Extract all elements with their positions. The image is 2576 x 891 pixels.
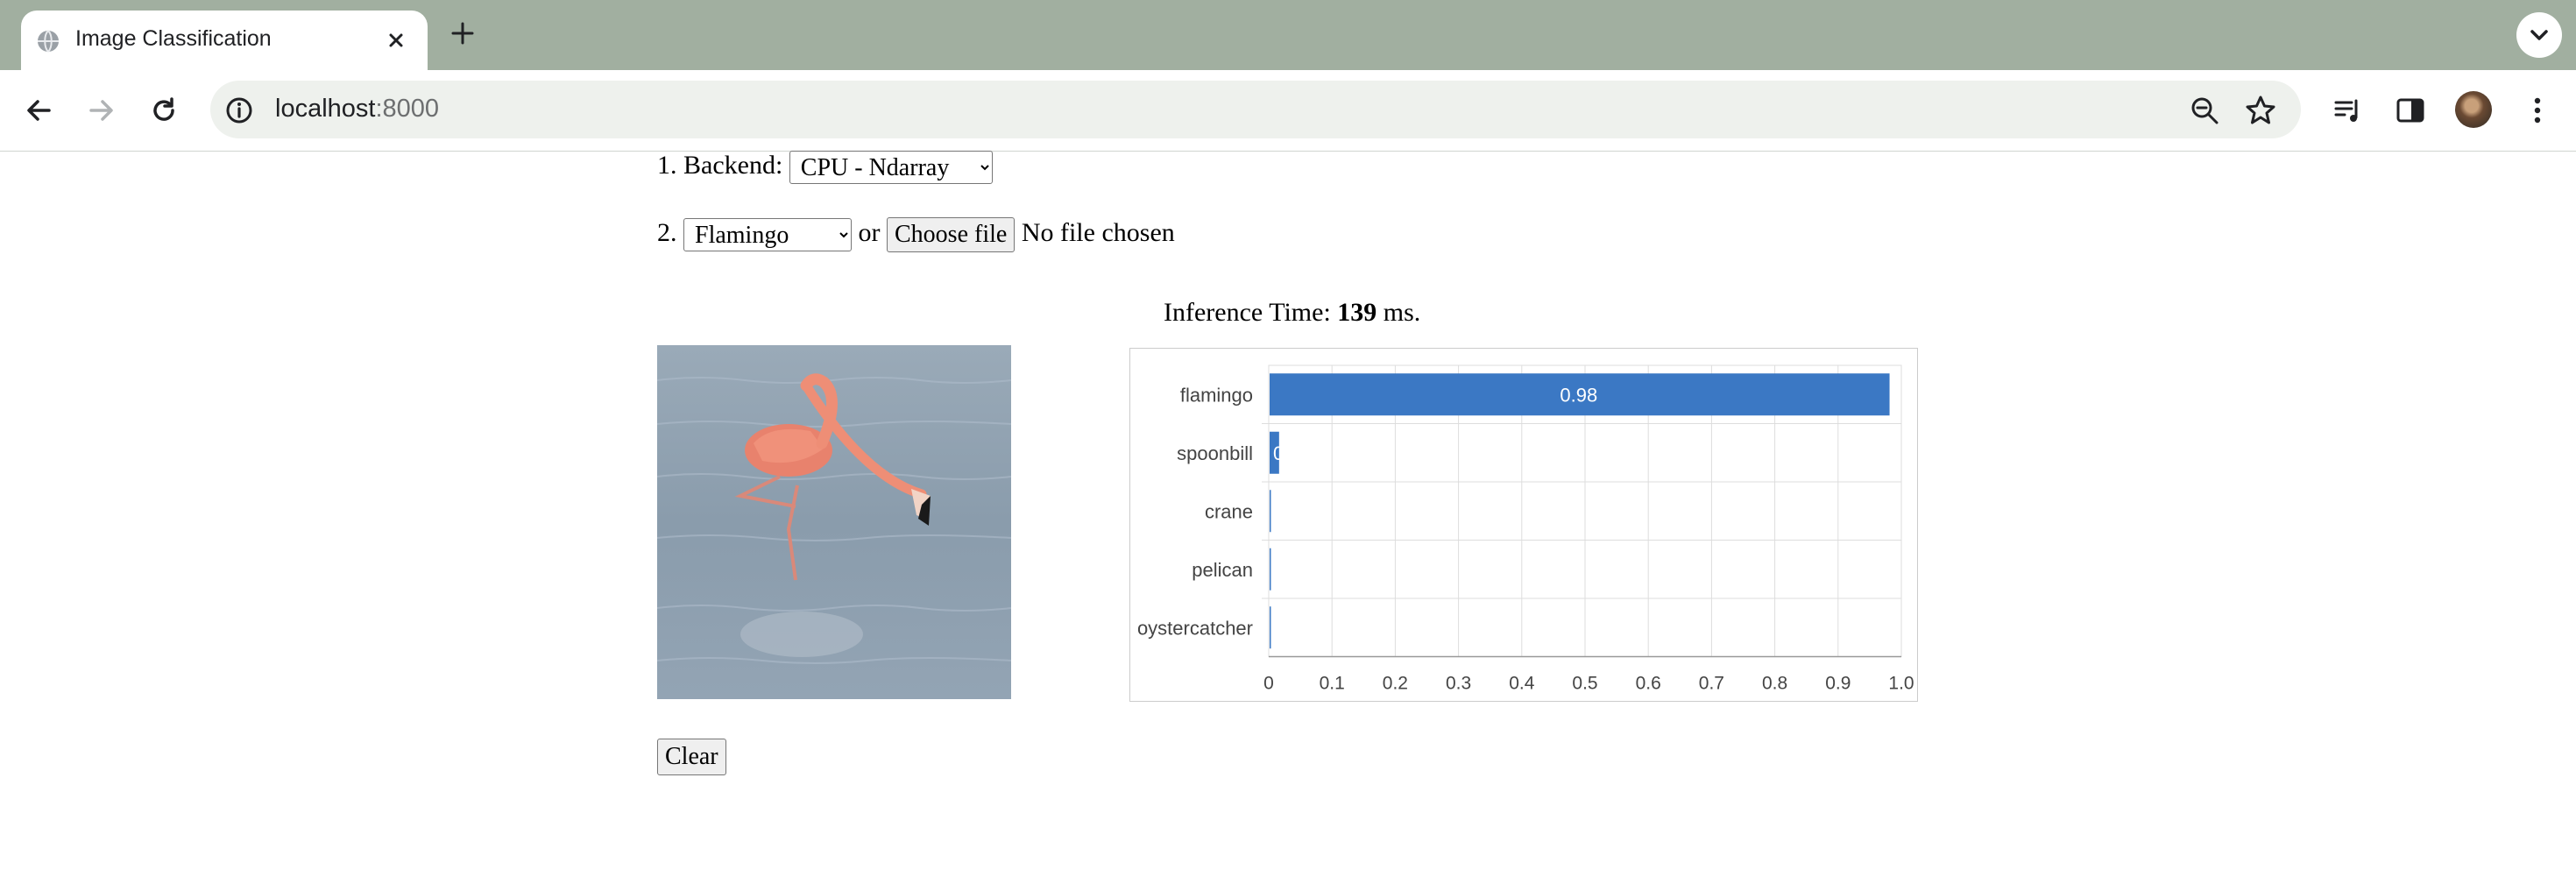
forward-arrow-icon[interactable] bbox=[84, 93, 119, 128]
category-label: oystercatcher bbox=[1137, 617, 1253, 639]
category-label: flamingo bbox=[1180, 384, 1253, 406]
inference-time: Inference Time: 139 ms. bbox=[1164, 298, 1421, 327]
bar-value-label: 0 bbox=[1273, 442, 1284, 464]
x-tick-label: 1.0 bbox=[1888, 674, 1914, 694]
tab-search-button[interactable] bbox=[2516, 12, 2562, 58]
x-tick-label: 0.1 bbox=[1320, 674, 1345, 694]
x-tick-label: 0.2 bbox=[1383, 674, 1408, 694]
x-tick-label: 0.3 bbox=[1446, 674, 1471, 694]
inference-value: 139 bbox=[1337, 298, 1377, 327]
side-panel-icon[interactable] bbox=[2393, 93, 2428, 128]
prediction-chart: 0 0.1 0.2 0.3 0.4 0.5 0.6 0.7 0.8 0.9 1.0 flamingo 0… bbox=[1129, 348, 1918, 702]
address-bar[interactable] bbox=[210, 81, 2301, 138]
x-tick-label: 0.9 bbox=[1825, 674, 1851, 694]
x-tick-label: 0.5 bbox=[1572, 674, 1597, 694]
reload-icon[interactable] bbox=[146, 93, 181, 128]
browser-tab[interactable]: Image Classification bbox=[21, 11, 428, 70]
x-tick-label: 0 bbox=[1263, 674, 1274, 694]
clear-button[interactable]: Clear bbox=[657, 739, 726, 775]
image-step-label: 2. bbox=[657, 217, 677, 247]
flamingo-image bbox=[657, 345, 1011, 699]
tab-title: Image Classification bbox=[75, 26, 272, 51]
backend-select[interactable]: CPU - Ndarray bbox=[789, 151, 993, 185]
x-tick-label: 0.4 bbox=[1509, 674, 1535, 694]
x-tick-label: 0.6 bbox=[1636, 674, 1661, 694]
bar bbox=[1270, 548, 1271, 590]
bar bbox=[1270, 606, 1271, 649]
category-label: pelican bbox=[1192, 559, 1253, 581]
backend-row: 1. Backend: CPU - Ndarray bbox=[657, 151, 993, 185]
bar bbox=[1270, 490, 1271, 533]
back-arrow-icon[interactable] bbox=[21, 93, 56, 128]
close-icon[interactable] bbox=[384, 28, 408, 53]
zoom-icon[interactable] bbox=[2187, 93, 2222, 128]
url-text[interactable]: localhost:8000 bbox=[275, 95, 439, 124]
or-label: or bbox=[858, 217, 881, 247]
globe-icon bbox=[38, 30, 59, 53]
backend-label: 1. Backend: bbox=[657, 151, 783, 180]
chevron-down-icon bbox=[2530, 30, 2548, 40]
more-vert-icon[interactable] bbox=[2520, 93, 2555, 128]
image-select[interactable]: Flamingo bbox=[683, 218, 852, 251]
choose-file-button[interactable]: Choose file bbox=[887, 217, 1016, 252]
x-tick-label: 0.7 bbox=[1699, 674, 1724, 694]
bookmark-star-icon[interactable] bbox=[2243, 93, 2278, 128]
new-tab-icon[interactable] bbox=[449, 19, 477, 47]
category-label: spoonbill bbox=[1177, 442, 1253, 464]
prediction-chart-svg: 0 0.1 0.2 0.3 0.4 0.5 0.6 0.7 0.8 0.9 1.0 flamingo 0… bbox=[1137, 364, 1914, 694]
no-file-text: No file chosen bbox=[1021, 217, 1175, 247]
image-row: 2. Flamingo or Choose file No file chose… bbox=[657, 217, 1175, 252]
media-controls-icon[interactable] bbox=[2331, 93, 2366, 128]
x-tick-label: 0.8 bbox=[1762, 674, 1787, 694]
profile-avatar[interactable] bbox=[2455, 91, 2492, 128]
bar-value-label: 0.98 bbox=[1560, 384, 1597, 406]
category-label: crane bbox=[1205, 500, 1253, 522]
site-info-icon[interactable] bbox=[222, 93, 257, 128]
tab-strip: Image Classification bbox=[0, 0, 2576, 70]
